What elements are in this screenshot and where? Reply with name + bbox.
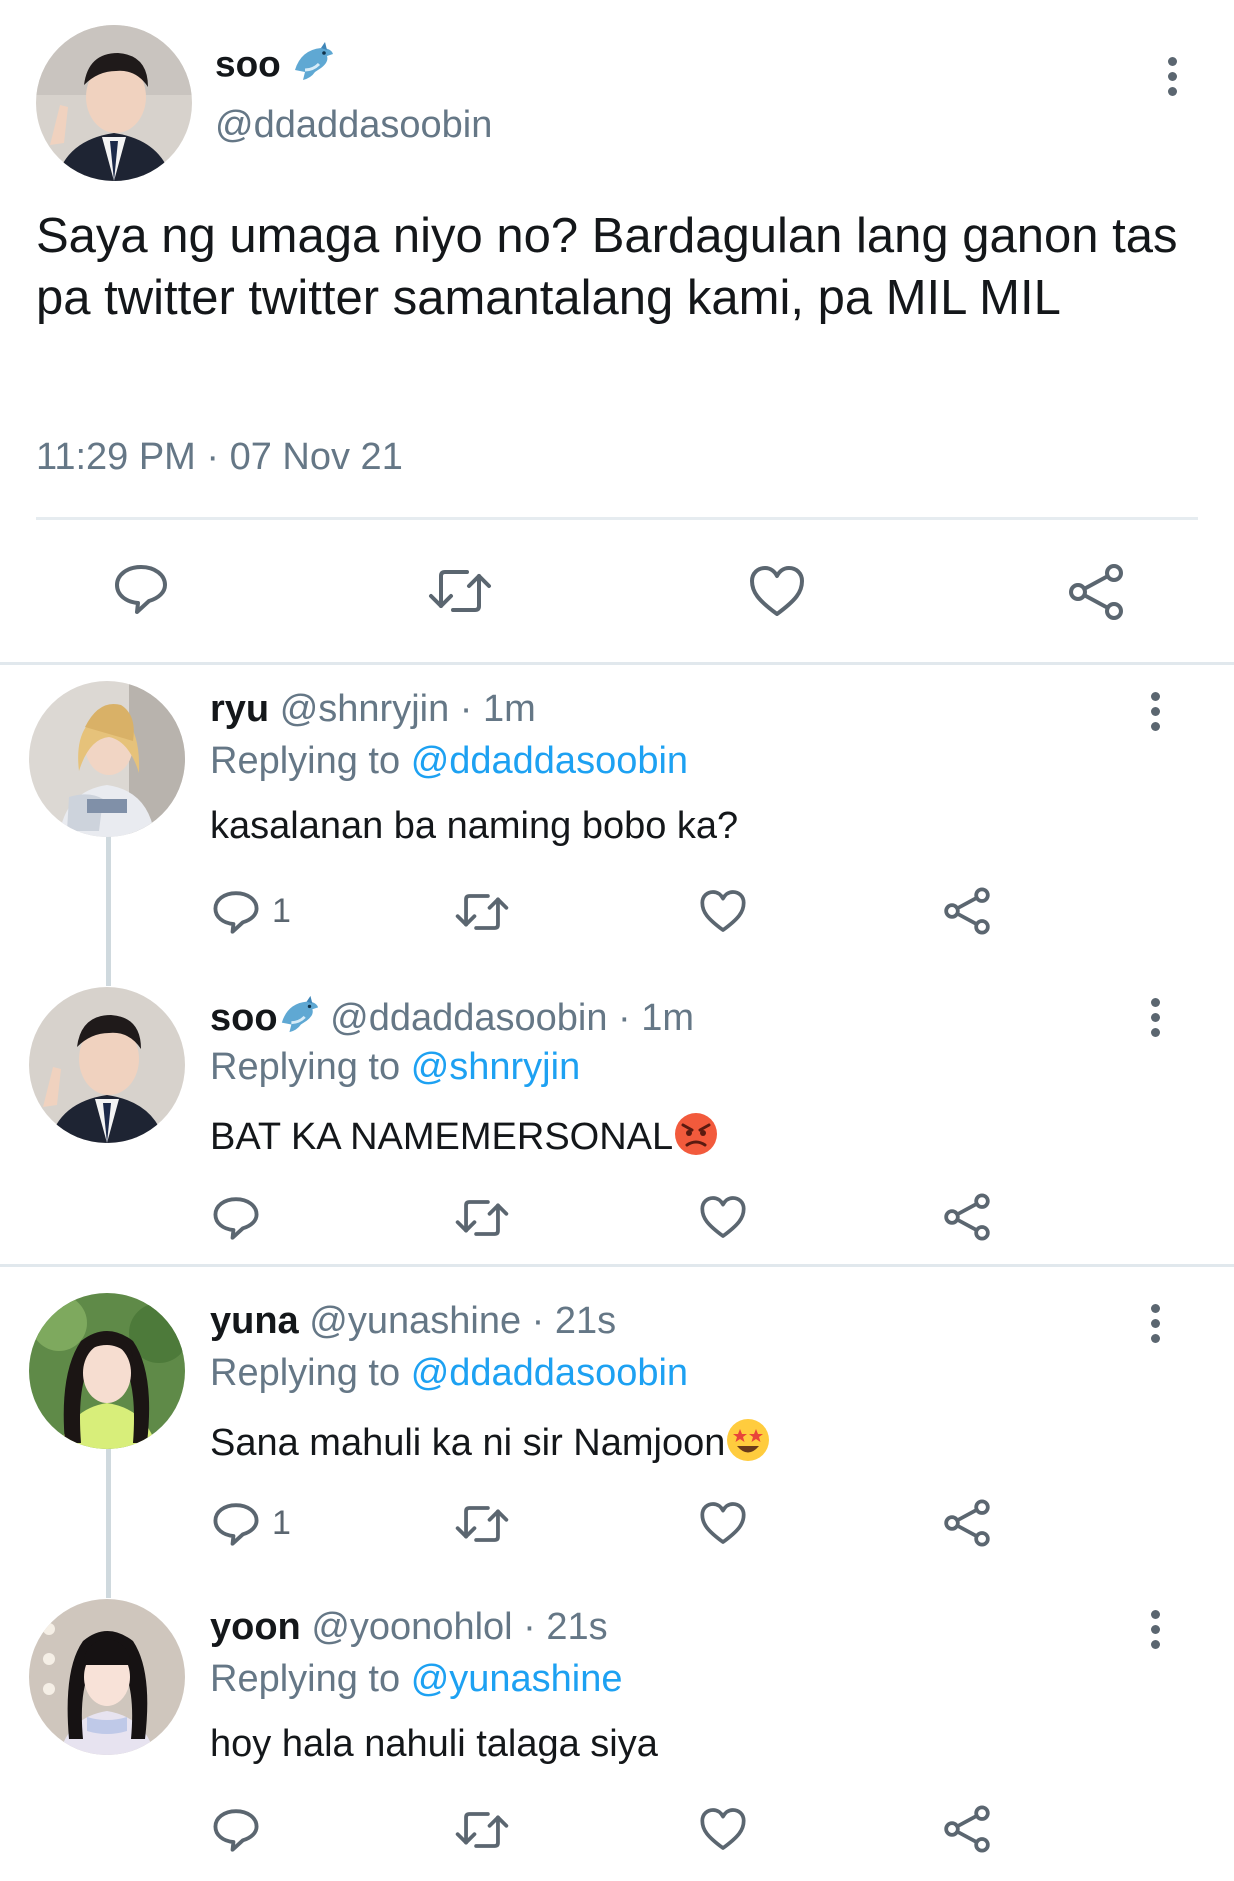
replying-to-label: Replying to xyxy=(210,1046,401,1088)
more-options-icon[interactable] xyxy=(1150,998,1160,1043)
like-icon[interactable] xyxy=(699,1806,747,1852)
angry-face-icon xyxy=(673,1111,719,1167)
user-handle[interactable]: @ddaddasoobin xyxy=(215,104,492,147)
avatar[interactable] xyxy=(29,681,185,837)
reply-icon[interactable] xyxy=(113,563,169,615)
retweet-icon[interactable] xyxy=(454,1809,510,1851)
reply-time: · 21s xyxy=(531,1300,617,1342)
reply-count: 1 xyxy=(272,1504,291,1542)
retweet-icon[interactable] xyxy=(427,566,493,616)
replying-to-link[interactable]: @ddaddasoobin xyxy=(411,740,688,782)
replying-to-link[interactable]: @ddaddasoobin xyxy=(411,1352,688,1394)
like-icon[interactable] xyxy=(748,564,806,618)
replying-to-link[interactable]: @yunashine xyxy=(411,1658,623,1700)
retweet-icon[interactable] xyxy=(454,1503,510,1545)
more-options-icon[interactable] xyxy=(1150,1610,1160,1655)
retweet-icon[interactable] xyxy=(454,891,510,933)
reply-text: BAT KA NAMEMERSONAL xyxy=(210,1116,674,1159)
reply-icon[interactable] xyxy=(212,889,260,935)
reply-header: soo @ddaddasoobin · 1m xyxy=(210,994,694,1046)
more-options-icon[interactable] xyxy=(1167,57,1177,102)
user-handle[interactable]: @shnryjin xyxy=(280,688,450,730)
tweet-timestamp: 11:29 PM · 07 Nov 21 xyxy=(36,436,403,478)
replying-to: Replying to @shnryjin xyxy=(210,1046,580,1089)
reply-time: · 1m xyxy=(618,997,695,1040)
retweet-icon[interactable] xyxy=(454,1197,510,1239)
reply-text: hoy hala nahuli talaga siya xyxy=(210,1723,658,1765)
replying-to: Replying to @ddaddasoobin xyxy=(210,740,688,783)
avatar[interactable] xyxy=(29,987,185,1143)
reply-icon[interactable] xyxy=(212,1195,260,1241)
replying-to: Replying to @yunashine xyxy=(210,1658,623,1701)
divider xyxy=(36,517,1198,520)
avatar[interactable] xyxy=(36,25,192,181)
display-name[interactable]: yuna xyxy=(210,1300,299,1342)
avatar[interactable] xyxy=(29,1293,185,1449)
reply-text: kasalanan ba naming bobo ka? xyxy=(210,805,739,847)
like-icon[interactable] xyxy=(699,1500,747,1546)
tweet-text: Saya ng umaga niyo no? Bardagulan lang g… xyxy=(36,209,1178,325)
share-icon[interactable] xyxy=(942,886,992,936)
display-name[interactable]: soo xyxy=(215,40,335,93)
replying-to-label: Replying to xyxy=(210,1658,401,1700)
reply-text-row: BAT KA NAMEMERSONAL xyxy=(210,1111,719,1167)
divider xyxy=(0,662,1234,665)
display-name[interactable]: yoon xyxy=(210,1606,301,1648)
replying-to-label: Replying to xyxy=(210,740,401,782)
like-icon[interactable] xyxy=(699,888,747,934)
reply-header: yuna @yunashine · 21s xyxy=(210,1300,616,1343)
thread-line xyxy=(106,836,111,986)
replying-to: Replying to @ddaddasoobin xyxy=(210,1352,688,1395)
reply-text: Sana mahuli ka ni sir Namjoon xyxy=(210,1422,726,1465)
replying-to-link[interactable]: @shnryjin xyxy=(411,1046,581,1088)
replying-to-label: Replying to xyxy=(210,1352,401,1394)
avatar[interactable] xyxy=(29,1599,185,1755)
reply-header: ryu @shnryjin · 1m xyxy=(210,688,536,731)
thread-line xyxy=(106,1448,111,1598)
reply-icon[interactable] xyxy=(212,1807,260,1853)
divider xyxy=(0,1264,1234,1267)
user-handle[interactable]: @ddaddasoobin xyxy=(330,997,607,1039)
reply-count: 1 xyxy=(272,892,291,930)
more-options-icon[interactable] xyxy=(1150,1304,1160,1349)
reply-header: yoon @yoonohlol · 21s xyxy=(210,1606,608,1649)
display-name[interactable]: ryu xyxy=(210,688,269,730)
share-icon[interactable] xyxy=(1066,562,1126,622)
share-icon[interactable] xyxy=(942,1192,992,1242)
reply-text-row: Sana mahuli ka ni sir Namjoon xyxy=(210,1417,771,1473)
share-icon[interactable] xyxy=(942,1804,992,1854)
user-handle[interactable]: @yoonohlol xyxy=(311,1606,512,1648)
dolphin-icon xyxy=(278,994,320,1046)
star-struck-icon xyxy=(725,1417,771,1473)
reply-time: · 1m xyxy=(459,688,536,730)
user-handle[interactable]: @yunashine xyxy=(309,1300,521,1342)
share-icon[interactable] xyxy=(942,1498,992,1548)
display-name-text: soo xyxy=(215,43,281,85)
like-icon[interactable] xyxy=(699,1194,747,1240)
display-name[interactable]: soo xyxy=(210,997,278,1039)
reply-time: · 21s xyxy=(523,1606,608,1648)
reply-icon[interactable] xyxy=(212,1501,260,1547)
more-options-icon[interactable] xyxy=(1150,692,1160,737)
dolphin-icon xyxy=(291,40,335,93)
